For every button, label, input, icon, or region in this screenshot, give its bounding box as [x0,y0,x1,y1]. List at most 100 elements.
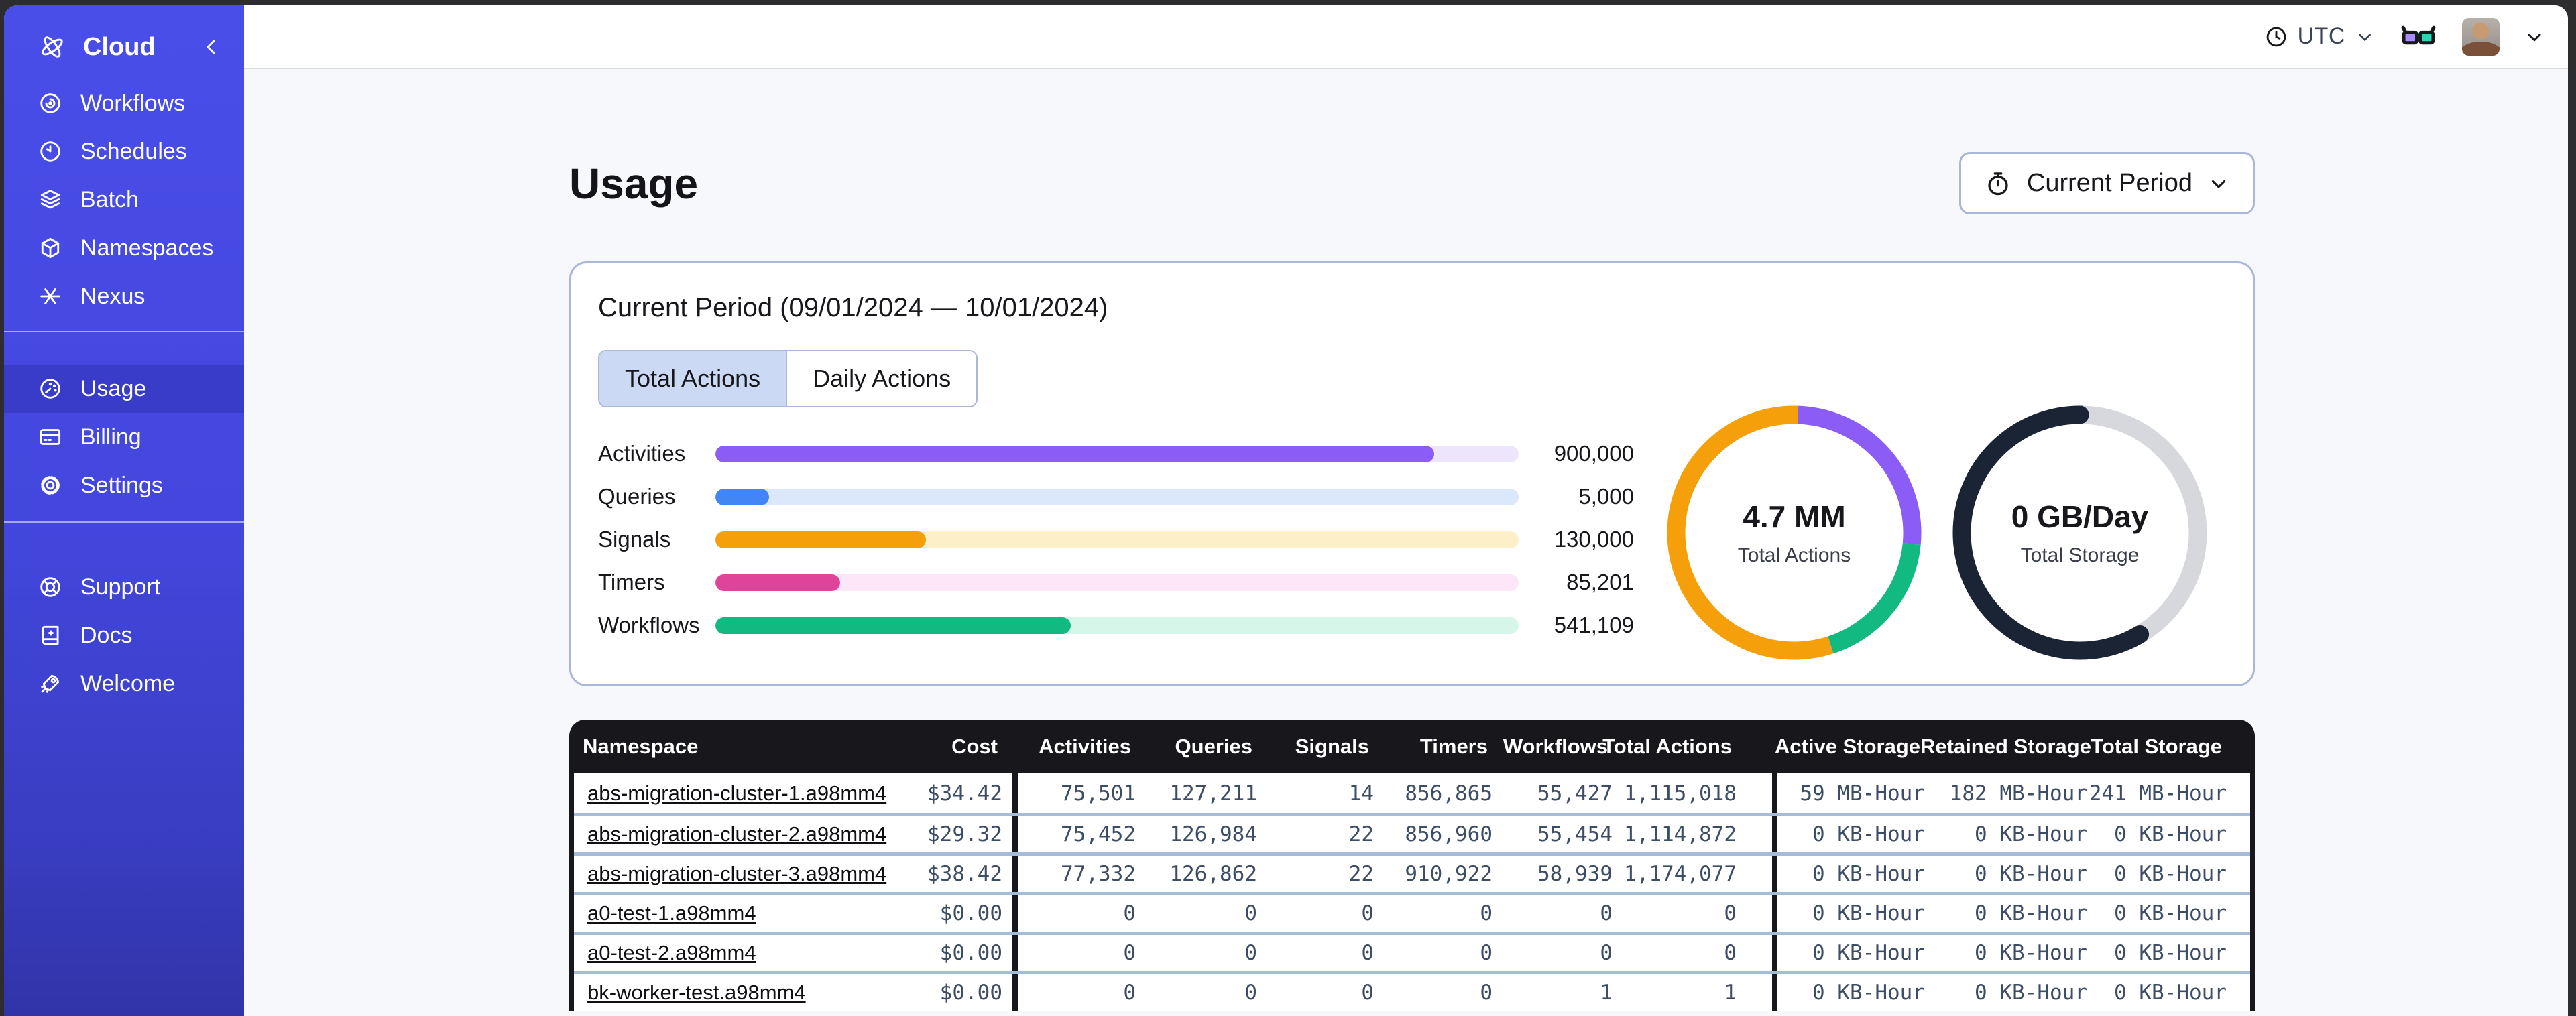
cell-activities: 0 [1123,901,1136,926]
column-header-active-storage: Active Storage [1774,735,1920,758]
support-icon [38,574,63,600]
donut-value: 4.7 MM [1743,499,1846,534]
cell-timers: 856,865 [1405,781,1492,806]
column-header-workflows: Workflows [1503,735,1608,758]
cell-total_storage: 0 KB-Hour [2114,941,2227,965]
cell-total_storage: 0 KB-Hour [2114,822,2227,846]
cell-active_storage: 0 KB-Hour [1812,862,1925,886]
namespace-usage-table: Namespace Cost Activities Queries Signals Tim… [569,720,2255,1011]
sidebar-item-nexus[interactable]: Nexus [4,272,244,320]
sidebar-divider [4,331,244,332]
sidebar-item-docs[interactable]: Docs [4,611,244,659]
cell-total_actions: 0 [1613,935,1777,971]
cell-total_actions: 1,174,077 [1613,856,1777,892]
cell-namespace: a0-test-1.a98mm4 [574,901,884,926]
bar-fill [715,445,1435,462]
cell-signals: 14 [1348,781,1374,806]
bar-row-timers: Timers 85,201 [598,570,1634,594]
cell-namespace: abs-migration-cluster-2.a98mm4 [574,822,886,846]
namespace-link[interactable]: a0-test-1.a98mm4 [587,901,756,925]
sidebar-divider [4,521,244,523]
bar-track [715,488,1519,505]
cell-queries: 127,211 [1169,781,1257,806]
cell-namespace: abs-migration-cluster-1.a98mm4 [574,781,886,806]
cell-retained_storage: 0 KB-Hour [1975,901,2087,926]
sidebar-item-workflows[interactable]: Workflows [4,79,244,127]
cell-active_storage: 0 KB-Hour [1812,901,1925,926]
namespace-link[interactable]: abs-migration-cluster-2.a98mm4 [587,822,886,846]
timezone-selector[interactable]: UTC [2264,23,2375,50]
cell-workflows: 1 [1600,980,1613,1005]
sidebar-item-support[interactable]: Support [4,563,244,611]
sidebar-item-label: Nexus [80,283,145,309]
cell-cost: $0.00 [884,935,1018,971]
tab-daily-actions[interactable]: Daily Actions [787,351,977,406]
cell-cost: $38.42 [884,856,1018,892]
sidebar-item-batch[interactable]: Batch [4,176,244,224]
cell-signals: 0 [1361,941,1374,965]
sidebar-item-label: Batch [80,186,139,212]
cell-queries: 126,984 [1169,822,1257,846]
cell-total_actions: 1 [1613,974,1777,1011]
clock-icon [2264,25,2288,49]
sidebar-item-schedules[interactable]: Schedules [4,127,244,176]
sidebar-item-label: Settings [80,472,163,498]
table-row: bk-worker-test.a98mm4 $0.00 0 0 0 0 1 1 0 KB-Hou… [574,971,2250,1011]
bar-value: 5,000 [1578,484,1634,509]
sidebar-collapse-button[interactable] [201,37,221,57]
bar-value: 130,000 [1554,527,1634,552]
bar-row-queries: Queries 5,000 [598,484,1634,509]
sidebar-item-label: Support [80,574,161,600]
sidebar-item-settings[interactable]: Settings [4,461,244,509]
bar-row-workflows: Workflows 541,109 [598,613,1634,637]
tab-total-actions[interactable]: Total Actions [599,351,788,406]
app-window: Cloud Workflows Schedules Batch Namespaces N… [4,5,2568,1016]
bar-label: Signals [598,527,671,552]
cell-total_storage: 0 KB-Hour [2114,901,2227,926]
period-selector-button[interactable]: Current Period [1958,152,2255,214]
bar-track [715,445,1519,462]
avatar[interactable] [2462,17,2500,56]
page-title: Usage [569,159,699,208]
cell-timers: 856,960 [1405,822,1492,846]
sidebar-item-label: Usage [80,375,147,401]
donut-label: Total Actions [1737,544,1851,566]
current-period-panel: Current Period (09/01/2024 — 10/01/2024)… [569,261,2255,686]
cell-retained_storage: 0 KB-Hour [1975,941,2087,965]
bar-fill [715,574,840,591]
billing-icon [38,424,63,450]
bar-label: Activities [598,441,686,466]
cell-retained_storage: 0 KB-Hour [1975,980,2087,1005]
cell-total_storage: 0 KB-Hour [2114,980,2227,1005]
sidebar-item-label: Docs [80,622,133,648]
namespaces-icon [38,235,63,261]
column-header-total-storage: Total Storage [2091,735,2222,758]
column-header-total-actions: Total Actions [1602,720,1773,773]
sidebar-item-namespaces[interactable]: Namespaces [4,224,244,272]
namespace-link[interactable]: bk-worker-test.a98mm4 [587,980,806,1004]
cell-workflows: 58,939 [1537,862,1613,886]
sidebar-item-billing[interactable]: Billing [4,413,244,461]
cell-cost: $34.42 [884,773,1018,813]
cell-signals: 0 [1361,901,1374,926]
welcome-icon [38,671,63,696]
sidebar-nav-help: Support Docs Welcome [4,533,244,708]
table-body: abs-migration-cluster-1.a98mm4 $34.42 75,5… [569,773,2255,1011]
glasses-icon[interactable] [2399,21,2438,53]
account-menu-chevron-icon[interactable] [2524,26,2545,48]
sidebar-nav-primary: Workflows Schedules Batch Namespaces Nexus [4,79,244,320]
cell-queries: 126,862 [1169,862,1257,886]
namespace-link[interactable]: a0-test-2.a98mm4 [587,941,756,964]
schedules-icon [38,139,63,164]
cell-signals: 22 [1348,862,1374,886]
sidebar-item-usage[interactable]: Usage [4,365,244,413]
sidebar-item-welcome[interactable]: Welcome [4,659,244,708]
sidebar-item-label: Billing [80,424,141,450]
column-header-signals: Signals [1295,735,1369,758]
brand-label: Cloud [83,32,156,61]
cloud-logo-icon [38,32,67,62]
cell-workflows: 55,454 [1537,822,1613,846]
namespace-link[interactable]: abs-migration-cluster-1.a98mm4 [587,781,886,805]
donut-total-actions: 4.7 MM Total Actions [1659,397,1930,668]
namespace-link[interactable]: abs-migration-cluster-3.a98mm4 [587,862,886,885]
